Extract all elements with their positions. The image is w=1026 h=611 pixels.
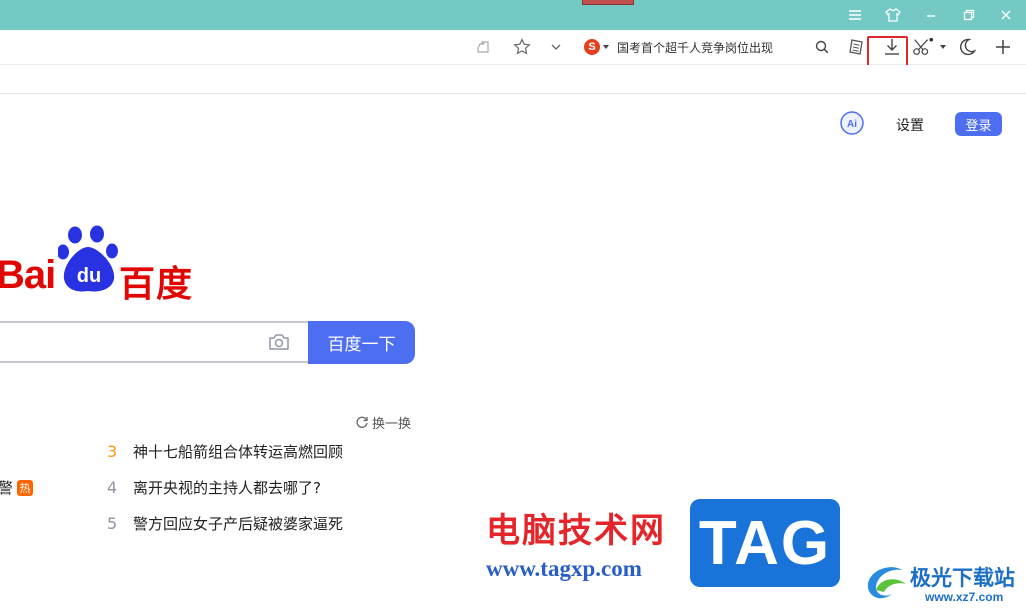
watermark-site-cn: 电脑技术网 bbox=[486, 511, 666, 551]
skin-shirt-icon[interactable] bbox=[883, 5, 903, 25]
search-button[interactable]: 百度一下 bbox=[308, 321, 415, 364]
refresh-icon bbox=[356, 416, 368, 428]
close-icon[interactable] bbox=[996, 5, 1016, 25]
hot-title[interactable]: 神十七船箭组合体转运高燃回顾 bbox=[133, 441, 343, 462]
minimize-icon[interactable] bbox=[921, 5, 941, 25]
hot-list-item[interactable]: 5 警方回应女子产后疑被婆家逼死 bbox=[107, 512, 343, 534]
hot-rank: 4 bbox=[107, 477, 118, 497]
logo-cn-text: 百度 bbox=[119, 264, 194, 305]
search-input[interactable] bbox=[0, 321, 308, 363]
ai-icon-label: Ai bbox=[847, 119, 857, 130]
settings-link[interactable]: 设置 bbox=[896, 115, 924, 135]
hot-title[interactable]: 离开央视的主持人都去哪了? bbox=[133, 477, 321, 498]
new-tab-plus-icon[interactable] bbox=[992, 36, 1014, 58]
moon-night-mode-icon[interactable] bbox=[956, 36, 978, 58]
scissors-screenshot-icon[interactable] bbox=[912, 36, 934, 58]
refresh-label: 换一换 bbox=[372, 416, 412, 432]
star-bookmark-icon[interactable] bbox=[511, 36, 533, 58]
watermark-site-url: www.tagxp.com bbox=[486, 556, 642, 581]
active-tab-stub[interactable] bbox=[582, 0, 634, 5]
hot-item-cut-text: 警 bbox=[0, 479, 14, 497]
paw-logo-icon: du bbox=[58, 225, 118, 292]
watermark-xz7-url: www.xz7.com bbox=[925, 590, 1004, 604]
search-icon[interactable] bbox=[811, 36, 833, 58]
hot-title[interactable]: 警方回应女子产后疑被婆家逼死 bbox=[133, 513, 343, 534]
title-bar bbox=[0, 0, 1026, 30]
ai-assistant-icon[interactable]: Ai bbox=[840, 111, 864, 135]
watermark-xz7-cn: 极光下载站 bbox=[910, 566, 1015, 590]
refresh-hot-list[interactable]: 换一换 bbox=[355, 413, 412, 432]
screenshot-dropdown-icon[interactable] bbox=[938, 36, 948, 58]
login-button[interactable]: 登录 bbox=[955, 112, 1002, 136]
engine-dropdown-icon[interactable] bbox=[603, 45, 609, 49]
hot-badge: 热 bbox=[17, 479, 34, 496]
logo-latin-text: Bai bbox=[0, 253, 56, 297]
chevron-down-icon[interactable] bbox=[545, 36, 567, 58]
camera-image-search-icon[interactable] bbox=[268, 333, 290, 351]
xz7-swirl-logo-icon bbox=[862, 558, 912, 604]
news-ticker-text[interactable]: 国考首个超千人竞争岗位出现 bbox=[617, 39, 773, 56]
hot-list-item[interactable]: 4 离开央视的主持人都去哪了? bbox=[107, 476, 321, 498]
hot-list-item[interactable]: 3 神十七船箭组合体转运高燃回顾 bbox=[107, 440, 343, 462]
restore-icon[interactable] bbox=[959, 5, 979, 25]
hot-rank: 3 bbox=[107, 441, 118, 461]
baidu-logo[interactable]: du Bai 百度 bbox=[0, 225, 200, 305]
hot-list-item-cut[interactable]: 警 热 bbox=[0, 477, 34, 498]
reading-notebook-icon[interactable] bbox=[846, 36, 868, 58]
hot-rank: 5 bbox=[107, 513, 118, 533]
logo-du-text: du bbox=[77, 265, 101, 287]
share-icon[interactable] bbox=[472, 36, 494, 58]
watermark-tag-logo: TAG bbox=[690, 499, 840, 587]
bookmarks-bar bbox=[0, 65, 1026, 94]
sogou-logo-icon[interactable]: S bbox=[584, 39, 600, 55]
news-ticker[interactable]: S 国考首个超千人竞争岗位出现 bbox=[584, 36, 773, 58]
menu-icon[interactable] bbox=[845, 5, 865, 25]
